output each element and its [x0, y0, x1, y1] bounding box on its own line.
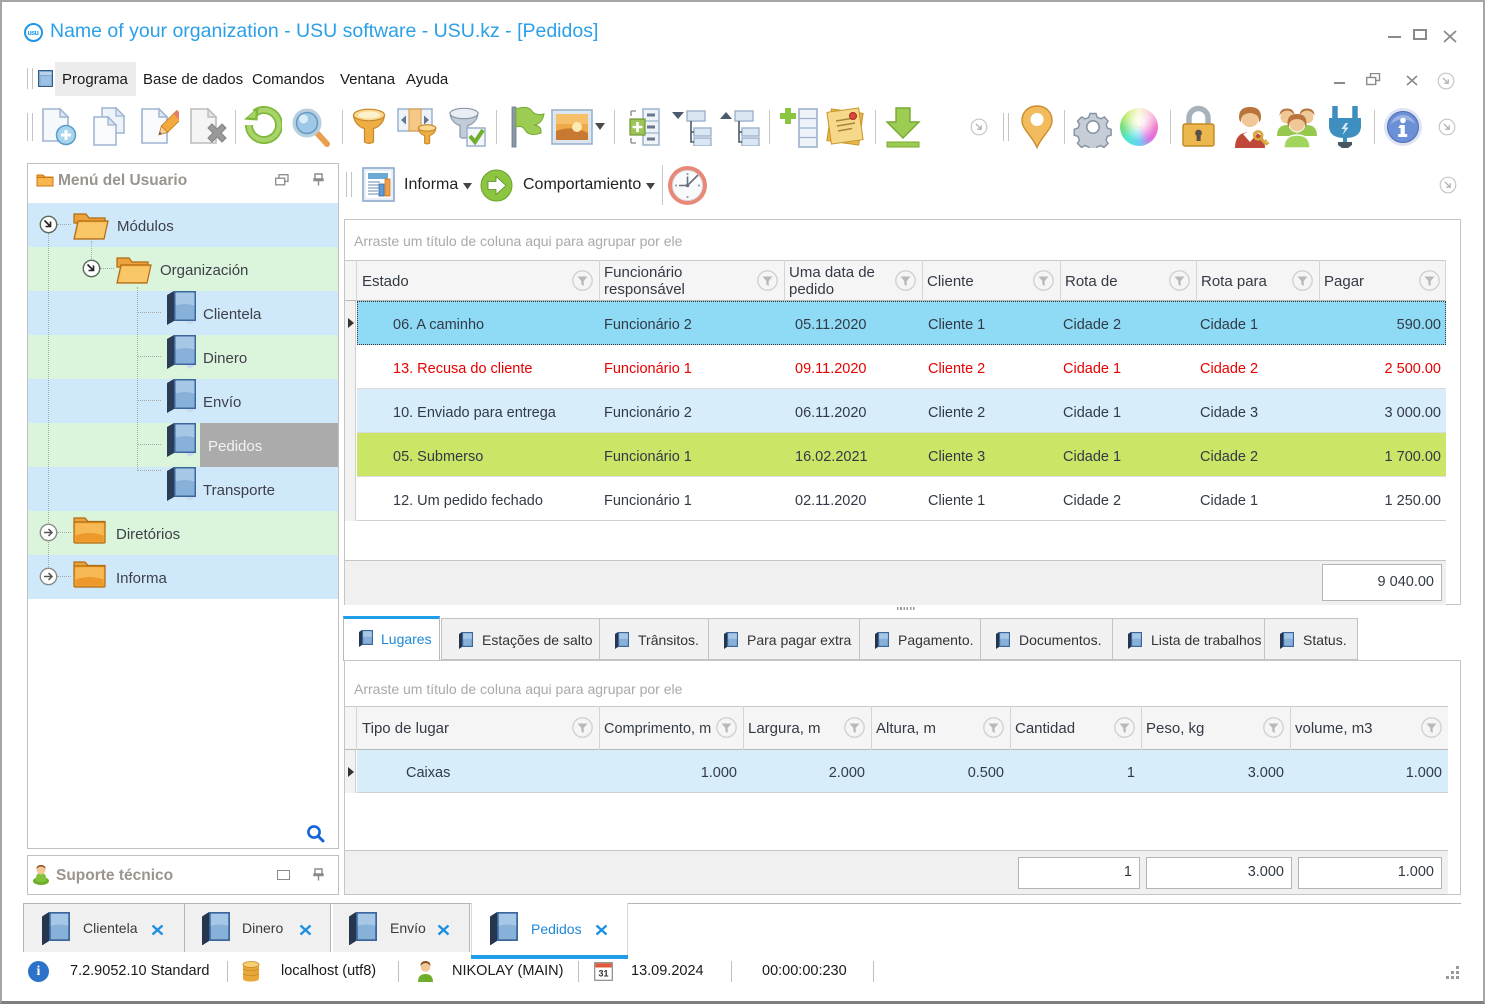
svg-text:31: 31 [598, 969, 608, 979]
